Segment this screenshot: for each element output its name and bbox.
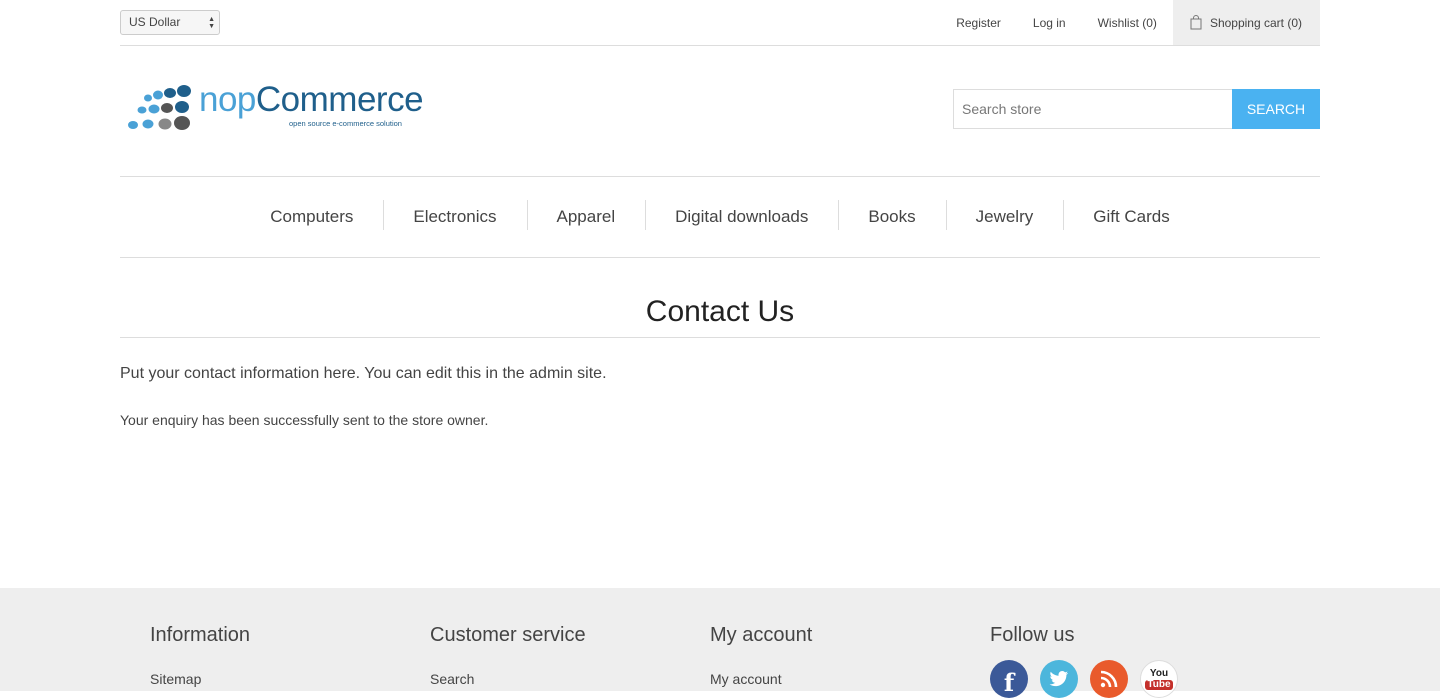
footer-information-title: Information: [150, 624, 251, 646]
select-arrows-icon: ▲ ▼: [208, 16, 215, 30]
logo-wordmark: nopCommerce: [199, 80, 424, 120]
header-lower: nopCommerce open source e-commerce solut…: [120, 46, 1320, 176]
shopping-cart-label: Shopping cart (0): [1209, 15, 1302, 30]
currency-selector-value: US Dollar: [129, 15, 181, 29]
footer-follow-us: Follow us f You Tube: [990, 588, 1270, 698]
logo-wordmark-main: Commerce: [255, 80, 424, 119]
logo-wordmark-prefix: nop: [199, 80, 256, 119]
currency-selector[interactable]: US Dollar ▲ ▼: [120, 10, 220, 35]
login-link[interactable]: Log in: [1033, 16, 1066, 30]
rss-glyph: [1100, 670, 1118, 688]
menu-item-apparel[interactable]: Apparel: [526, 200, 646, 230]
youtube-label-bottom: Tube: [1145, 678, 1173, 690]
top-menu: Computers Electronics Apparel Digital do…: [120, 176, 1320, 258]
logo-tagline: open source e-commerce solution: [289, 119, 402, 128]
wishlist-link[interactable]: Wishlist (0): [1098, 16, 1157, 30]
social-icons: f You Tube: [990, 660, 1270, 698]
menu-item-digital-downloads[interactable]: Digital downloads: [645, 200, 838, 230]
search-button[interactable]: Search: [1232, 89, 1320, 129]
menu-item-books[interactable]: Books: [838, 200, 945, 230]
page-container: US Dollar ▲ ▼ Register Log in Wishlist (0…: [120, 0, 1320, 428]
store-logo[interactable]: nopCommerce open source e-commerce solut…: [124, 80, 424, 134]
register-link[interactable]: Register: [956, 16, 1001, 30]
menu-item-gift-cards[interactable]: Gift Cards: [1063, 200, 1200, 230]
footer-link-my-account[interactable]: My account: [710, 671, 990, 687]
topic-text: Put your contact information here. You c…: [120, 365, 607, 382]
footer-information: Information Sitemap: [150, 588, 430, 698]
footer-customer-service-title: Customer service: [430, 624, 586, 646]
header-links-bar: US Dollar ▲ ▼ Register Log in Wishlist (0…: [120, 0, 1320, 46]
footer-follow-us-title: Follow us: [990, 624, 1075, 646]
footer-customer-service: Customer service Search: [430, 588, 710, 698]
shopping-cart-link[interactable]: Shopping cart (0): [1172, 0, 1320, 45]
page-title: Contact Us: [645, 295, 795, 328]
facebook-icon[interactable]: f: [990, 660, 1028, 698]
header-links: Register Log in Wishlist (0) Shopping ca…: [924, 0, 1320, 45]
footer-upper: Information Sitemap Customer service Sea…: [150, 588, 1290, 698]
search-box: Search store Search: [953, 89, 1320, 129]
footer: Information Sitemap Customer service Sea…: [0, 588, 1440, 698]
menu-item-computers[interactable]: Computers: [240, 207, 383, 227]
menu-item-jewelry[interactable]: Jewelry: [945, 200, 1064, 230]
logo-dots-icon: [128, 85, 191, 130]
result-message: Your enquiry has been successfully sent …: [120, 412, 489, 428]
footer-link-search[interactable]: Search: [430, 671, 710, 687]
youtube-label-top: You: [1149, 667, 1169, 679]
top-menu-list: Computers Electronics Apparel Digital do…: [240, 200, 1200, 230]
twitter-bird-glyph: [1049, 671, 1068, 687]
page-title-bar: Contact Us: [120, 258, 1320, 338]
twitter-icon[interactable]: [1040, 660, 1078, 698]
rss-icon[interactable]: [1090, 660, 1128, 698]
youtube-icon[interactable]: You Tube: [1140, 660, 1178, 698]
shopping-bag-icon: [1190, 15, 1202, 30]
search-input[interactable]: Search store: [953, 89, 1232, 129]
footer-my-account: My account My account: [710, 588, 990, 698]
footer-my-account-title: My account: [710, 624, 813, 646]
footer-link-sitemap[interactable]: Sitemap: [150, 671, 430, 687]
menu-item-electronics[interactable]: Electronics: [383, 200, 526, 230]
